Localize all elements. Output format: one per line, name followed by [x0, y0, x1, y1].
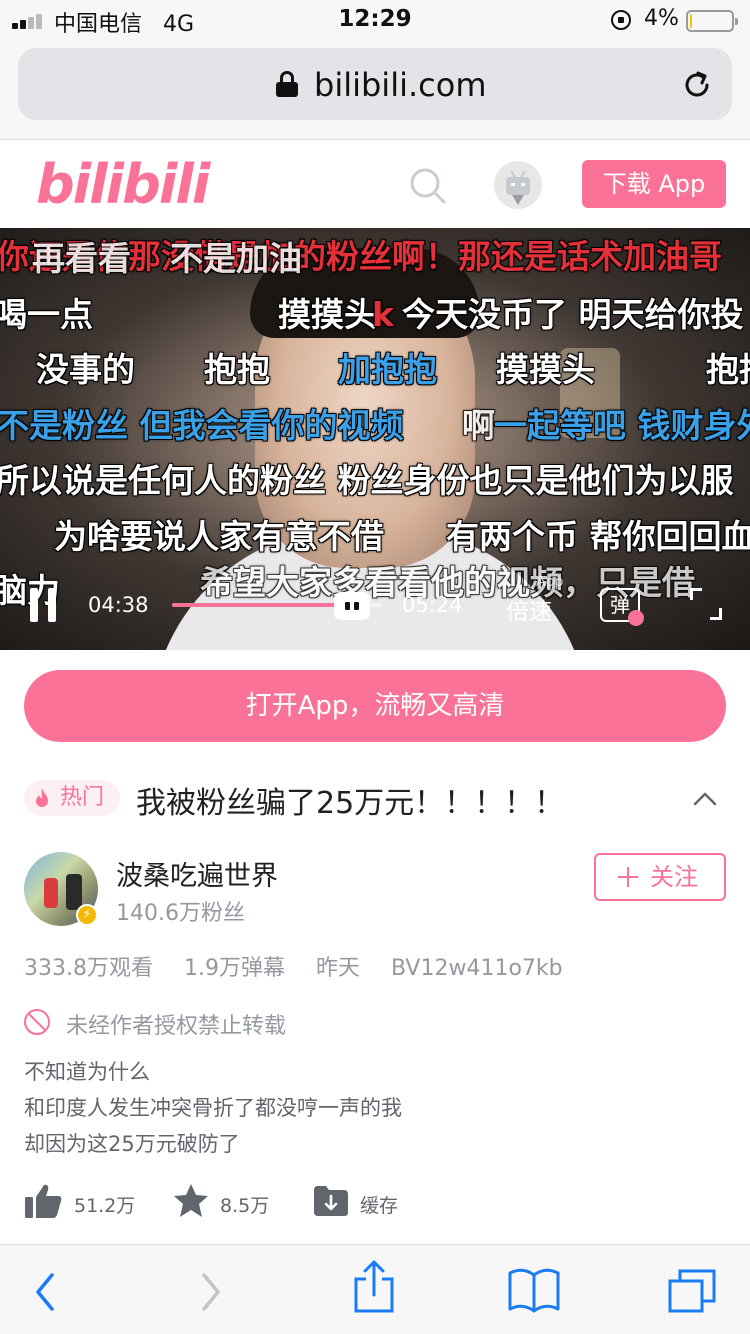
- watermark: App: [536, 574, 564, 590]
- danmaku-comment: 喝一点: [0, 295, 93, 334]
- battery-icon: [686, 10, 738, 32]
- view-count: 333.8万观看: [24, 956, 153, 981]
- danmaku-comment: 一起等吧 钱财身外: [494, 406, 750, 445]
- site-header: bilibili 下载 App: [0, 141, 750, 228]
- follow-button[interactable]: 关注: [594, 853, 726, 901]
- back-icon[interactable]: [14, 1245, 74, 1334]
- safari-toolbar: [0, 1244, 750, 1334]
- cache-label: 缓存: [360, 1195, 399, 1217]
- danmaku-comment: 啊: [462, 406, 495, 445]
- open-app-button[interactable]: 打开App，流畅又高清: [24, 670, 726, 742]
- danmaku-toggle-label: 弹: [610, 593, 630, 617]
- danmaku-comment: 摸摸头: [278, 295, 377, 334]
- user-avatar[interactable]: [494, 161, 542, 209]
- url-text[interactable]: bilibili.com: [314, 66, 486, 104]
- video-description: 不知道为什么 和印度人发生冲突骨折了都没哼一声的我 却因为这25万元破防了: [24, 1054, 402, 1162]
- fullscreen-icon[interactable]: [690, 588, 722, 620]
- favorite-button[interactable]: 8.5万: [172, 1182, 292, 1226]
- hot-badge-label: 热门: [60, 785, 105, 810]
- like-button[interactable]: 51.2万: [24, 1182, 144, 1226]
- download-app-button[interactable]: 下载 App: [582, 160, 726, 208]
- danmaku-comment: 不是粉丝 但我会看你的视频: [0, 406, 404, 445]
- safari-address-area: bilibili.com: [0, 40, 750, 140]
- lock-icon: [276, 71, 298, 97]
- copyright-notice: 未经作者授权禁止转载: [66, 1014, 287, 1039]
- verified-badge-icon: ⚡: [76, 904, 98, 926]
- danmaku-toggle[interactable]: 弹: [600, 588, 644, 626]
- reload-icon[interactable]: [680, 68, 714, 102]
- check-icon: [628, 610, 644, 626]
- clock: 12:29: [338, 6, 412, 32]
- uploader-fans: 140.6万粉丝: [116, 901, 245, 926]
- forward-icon[interactable]: [180, 1245, 240, 1334]
- pause-button[interactable]: [30, 588, 58, 622]
- battery-fill: [690, 14, 692, 28]
- video-player[interactable]: 你还是信那没借是加的粉丝啊！那还是话术加油哥 再看看 不是加油 喝一点 摸摸头 …: [0, 228, 750, 650]
- address-bar[interactable]: bilibili.com: [18, 48, 732, 120]
- danmaku-comment: 抱抱: [706, 350, 750, 389]
- cache-button[interactable]: 缓存: [312, 1182, 432, 1226]
- flame-icon: [36, 788, 48, 807]
- danmaku-comment: 抱抱: [204, 350, 270, 389]
- bookmarks-icon[interactable]: [504, 1245, 564, 1334]
- description-line: 和印度人发生冲突骨折了都没哼一声的我: [24, 1096, 402, 1120]
- favorite-count: 8.5万: [220, 1195, 270, 1217]
- danmaku-comment: 所以说是任何人的粉丝 粉丝身份也只是他们为以服: [0, 461, 734, 500]
- download-cache-icon: [314, 1186, 348, 1216]
- chevron-up-icon[interactable]: [690, 784, 720, 814]
- video-stats: 333.8万观看 1.9万弹幕 昨天 BV12w411o7kb: [24, 950, 587, 982]
- progress-fill: [172, 603, 352, 607]
- total-time: 05:24: [402, 593, 463, 617]
- progress-thumb[interactable]: [334, 592, 370, 620]
- danmaku-count: 1.9万弹幕: [183, 956, 285, 981]
- battery-percent: 4%: [644, 6, 679, 31]
- danmaku-comment: 有两个币 帮你回回血: [446, 517, 750, 556]
- publish-date: 昨天: [315, 956, 360, 981]
- uploader-name[interactable]: 波桑吃遍世界: [116, 854, 278, 893]
- danmaku-comment: 没事的: [36, 350, 135, 389]
- tabs-icon[interactable]: [664, 1245, 724, 1334]
- danmaku-comment: 为啥要说人家有意不借: [54, 517, 384, 556]
- bvid: BV12w411o7kb: [391, 956, 563, 981]
- description-line: 不知道为什么: [24, 1060, 150, 1084]
- like-count: 51.2万: [74, 1195, 136, 1217]
- danmaku-comment: k: [372, 295, 394, 334]
- danmaku-comment: 不是加油: [170, 239, 302, 278]
- current-time: 04:38: [88, 593, 149, 617]
- rotation-lock-icon: [611, 10, 631, 30]
- search-icon[interactable]: [409, 167, 447, 205]
- thumbs-up-icon: [25, 1184, 62, 1218]
- bilibili-logo[interactable]: bilibili: [36, 153, 210, 216]
- star-icon: [174, 1184, 208, 1217]
- share-icon[interactable]: [344, 1245, 404, 1334]
- danmaku-comment: 摸摸头: [496, 350, 595, 389]
- plus-icon: [618, 867, 638, 887]
- video-title: 我被粉丝骗了25万元！！！！！: [136, 786, 565, 821]
- status-bar: 中国电信 4G 12:29 4%: [0, 0, 750, 40]
- follow-label: 关注: [650, 863, 698, 891]
- danmaku-comment: 加抱抱: [338, 350, 437, 389]
- danmaku-comment: 再看看: [32, 239, 131, 278]
- hot-badge: 热门: [24, 780, 120, 816]
- tv-mascot-icon: [506, 170, 530, 205]
- no-repost-icon: [24, 1009, 50, 1035]
- playback-speed-button[interactable]: 倍速: [506, 592, 552, 626]
- description-line: 却因为这25万元破防了: [24, 1132, 240, 1156]
- danmaku-comment: 今天没币了 明天给你投: [402, 295, 744, 334]
